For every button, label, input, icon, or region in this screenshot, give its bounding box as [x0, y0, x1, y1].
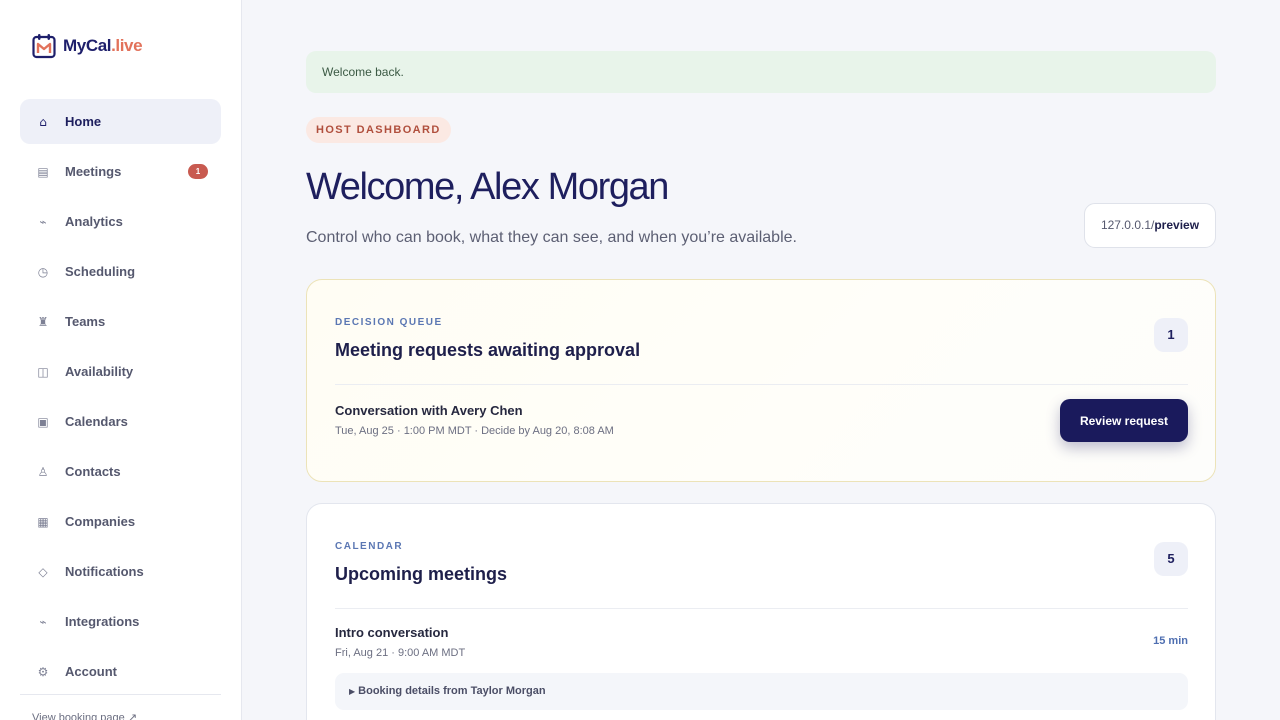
sidebar-item-companies[interactable]: ▦ Companies: [20, 499, 221, 544]
meeting-meta: Fri, Aug 21 · 9:00 AM MDT: [335, 647, 466, 659]
sidebar-nav: ⌂ Home ▤ Meetings 1 ⌁ Analytics ◷ Schedu…: [20, 99, 221, 699]
sidebar-item-account[interactable]: ⚙ Account: [20, 649, 221, 694]
sidebar-item-label: Scheduling: [65, 264, 136, 279]
sidebar-item-integrations[interactable]: ⌁ Integrations: [20, 599, 221, 644]
availability-icon: ◫: [37, 364, 49, 379]
booking-details-label: Booking details from Taylor Morgan: [358, 685, 546, 697]
sidebar-divider: [20, 694, 221, 695]
sidebar-item-label: Calendars: [65, 414, 128, 429]
decision-queue-card: DECISION QUEUE Meeting requests awaiting…: [306, 279, 1216, 482]
sidebar-item-analytics[interactable]: ⌁ Analytics: [20, 199, 221, 244]
request-title: Conversation with Avery Chen: [335, 403, 523, 418]
home-icon: ⌂: [39, 114, 47, 129]
main-content: Welcome back. HOST DASHBOARD Welcome, Al…: [306, 0, 1216, 720]
upcoming-meetings-title: Upcoming meetings: [335, 564, 508, 584]
page-title: Welcome, Alex Morgan: [306, 166, 669, 208]
contacts-icon: ♙: [37, 464, 49, 479]
preview-link[interactable]: 127.0.0.1/preview: [1084, 203, 1216, 248]
analytics-icon: ⌁: [39, 214, 47, 229]
decision-queue-count-badge: 1: [1154, 318, 1188, 352]
sidebar: MyCal.live ⌂ Home ▤ Meetings 1 ⌁ Analyti…: [0, 0, 242, 720]
integrations-icon: ⌁: [39, 614, 47, 629]
booking-details-toggle[interactable]: ▶ Booking details from Taylor Morgan: [335, 673, 1188, 710]
review-request-button[interactable]: Review request: [1060, 399, 1188, 442]
notifications-icon: ◇: [38, 564, 48, 579]
brand-logo[interactable]: MyCal.live: [32, 32, 143, 60]
sidebar-item-label: Analytics: [65, 214, 123, 229]
clock-icon: ◷: [37, 264, 49, 279]
caret-right-icon: ▶: [349, 687, 356, 696]
flash-message: Welcome back.: [306, 51, 1216, 93]
sidebar-item-teams[interactable]: ♜ Teams: [20, 299, 221, 344]
decision-queue-eyebrow: DECISION QUEUE: [335, 317, 443, 328]
preview-path: preview: [1154, 218, 1200, 232]
sidebar-item-calendars[interactable]: ▣ Calendars: [20, 399, 221, 444]
teams-icon: ♜: [37, 314, 49, 329]
card-divider: [335, 608, 1188, 609]
page-subtitle: Control who can book, what they can see,…: [306, 229, 797, 246]
page-eyebrow: HOST DASHBOARD: [306, 117, 451, 143]
calendar-icon: ▣: [37, 414, 49, 429]
meeting-title: Intro conversation: [335, 625, 449, 640]
card-divider: [335, 384, 1188, 385]
request-meta: Tue, Aug 25 · 1:00 PM MDT · Decide by Au…: [335, 425, 614, 437]
sidebar-item-label: Notifications: [65, 564, 144, 579]
upcoming-meetings-card: CALENDAR Upcoming meetings 5 Intro conve…: [306, 503, 1216, 720]
sidebar-item-label: Companies: [65, 514, 136, 529]
sidebar-item-scheduling[interactable]: ◷ Scheduling: [20, 249, 221, 294]
sidebar-item-label: Account: [65, 664, 117, 679]
gear-icon: ⚙: [37, 664, 49, 679]
meetings-icon: ▤: [37, 164, 49, 179]
calendar-eyebrow: CALENDAR: [335, 541, 404, 552]
sidebar-item-label: Integrations: [65, 614, 140, 629]
sidebar-item-label: Home: [65, 114, 102, 129]
upcoming-meetings-count-badge: 5: [1154, 542, 1188, 576]
sidebar-item-home[interactable]: ⌂ Home: [20, 99, 221, 144]
sidebar-item-contacts[interactable]: ♙ Contacts: [20, 449, 221, 494]
sidebar-item-label: Availability: [65, 364, 134, 379]
sidebar-item-label: Contacts: [65, 464, 121, 479]
sidebar-item-availability[interactable]: ◫ Availability: [20, 349, 221, 394]
meeting-duration: 15 min: [1153, 635, 1188, 647]
decision-queue-title: Meeting requests awaiting approval: [335, 340, 641, 360]
meetings-count-badge: 1: [188, 164, 208, 179]
sidebar-item-label: Meetings: [65, 164, 122, 179]
sidebar-item-notifications[interactable]: ◇ Notifications: [20, 549, 221, 594]
sidebar-item-label: Teams: [65, 314, 106, 329]
companies-icon: ▦: [37, 514, 49, 529]
preview-host: 127.0.0.1/: [1100, 218, 1155, 232]
sidebar-item-meetings[interactable]: ▤ Meetings 1: [20, 149, 221, 194]
brand-name: MyCal.live: [63, 36, 143, 55]
calendar-logo-icon: [32, 34, 56, 59]
view-booking-page-link[interactable]: View booking page ↗: [32, 711, 137, 720]
